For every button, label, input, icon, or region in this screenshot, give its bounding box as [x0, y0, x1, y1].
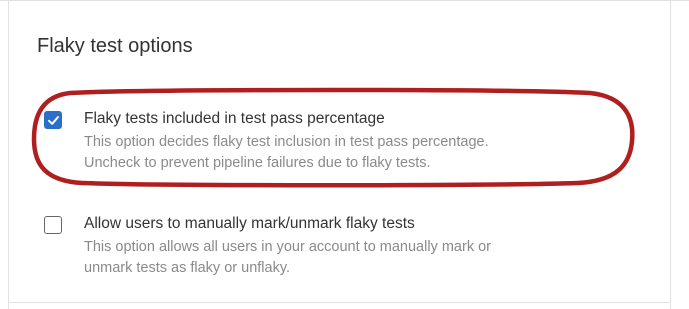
panel-bottom-border	[8, 302, 671, 303]
panel-right-border	[670, 0, 671, 309]
panel-left-border	[8, 0, 9, 309]
manual-mark-label[interactable]: Allow users to manually mark/unmark flak…	[84, 214, 415, 234]
flaky-included-description-line1: This option decides flaky test inclusion…	[84, 134, 489, 150]
manual-mark-description-line1: This option allows all users in your acc…	[84, 239, 491, 255]
flaky-included-description: This option decides flaky test inclusion…	[84, 132, 489, 174]
manual-mark-description: This option allows all users in your acc…	[84, 237, 491, 279]
manual-mark-checkbox[interactable]	[44, 216, 62, 234]
flaky-included-checkbox[interactable]	[44, 111, 62, 129]
section-title: Flaky test options	[37, 35, 193, 57]
manual-mark-description-line2: unmark tests as flaky or unflaky.	[84, 260, 291, 276]
panel-top-border	[0, 0, 689, 1]
flaky-included-description-line2: Uncheck to prevent pipeline failures due…	[84, 155, 431, 171]
checkmark-icon	[48, 116, 59, 125]
flaky-included-label[interactable]: Flaky tests included in test pass percen…	[84, 109, 385, 129]
